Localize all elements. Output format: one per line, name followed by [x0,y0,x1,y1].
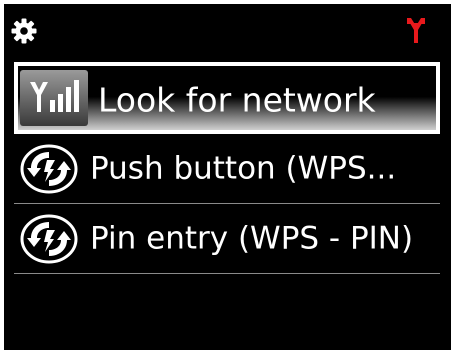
wps-icon [20,144,78,193]
wps-icon [20,214,78,263]
menu-item-pin-entry-wps[interactable]: Pin entry (WPS - PIN) [14,204,440,274]
menu-item-label: Push button (WPS... [90,150,397,186]
menu-item-label: Pin entry (WPS - PIN) [90,220,414,256]
menu-item-push-button-wps[interactable]: Push button (WPS... [14,134,440,204]
signal-bars-icon [20,70,88,126]
device-screen: Look for network Push button (WPS... Pin… [4,4,451,350]
menu-item-look-for-network[interactable]: Look for network [14,62,440,134]
network-setup-menu: Look for network Push button (WPS... Pin… [14,62,440,274]
status-bar [4,4,451,60]
gear-icon[interactable] [11,18,37,44]
menu-item-label: Look for network [98,80,376,120]
antenna-icon [407,18,425,43]
